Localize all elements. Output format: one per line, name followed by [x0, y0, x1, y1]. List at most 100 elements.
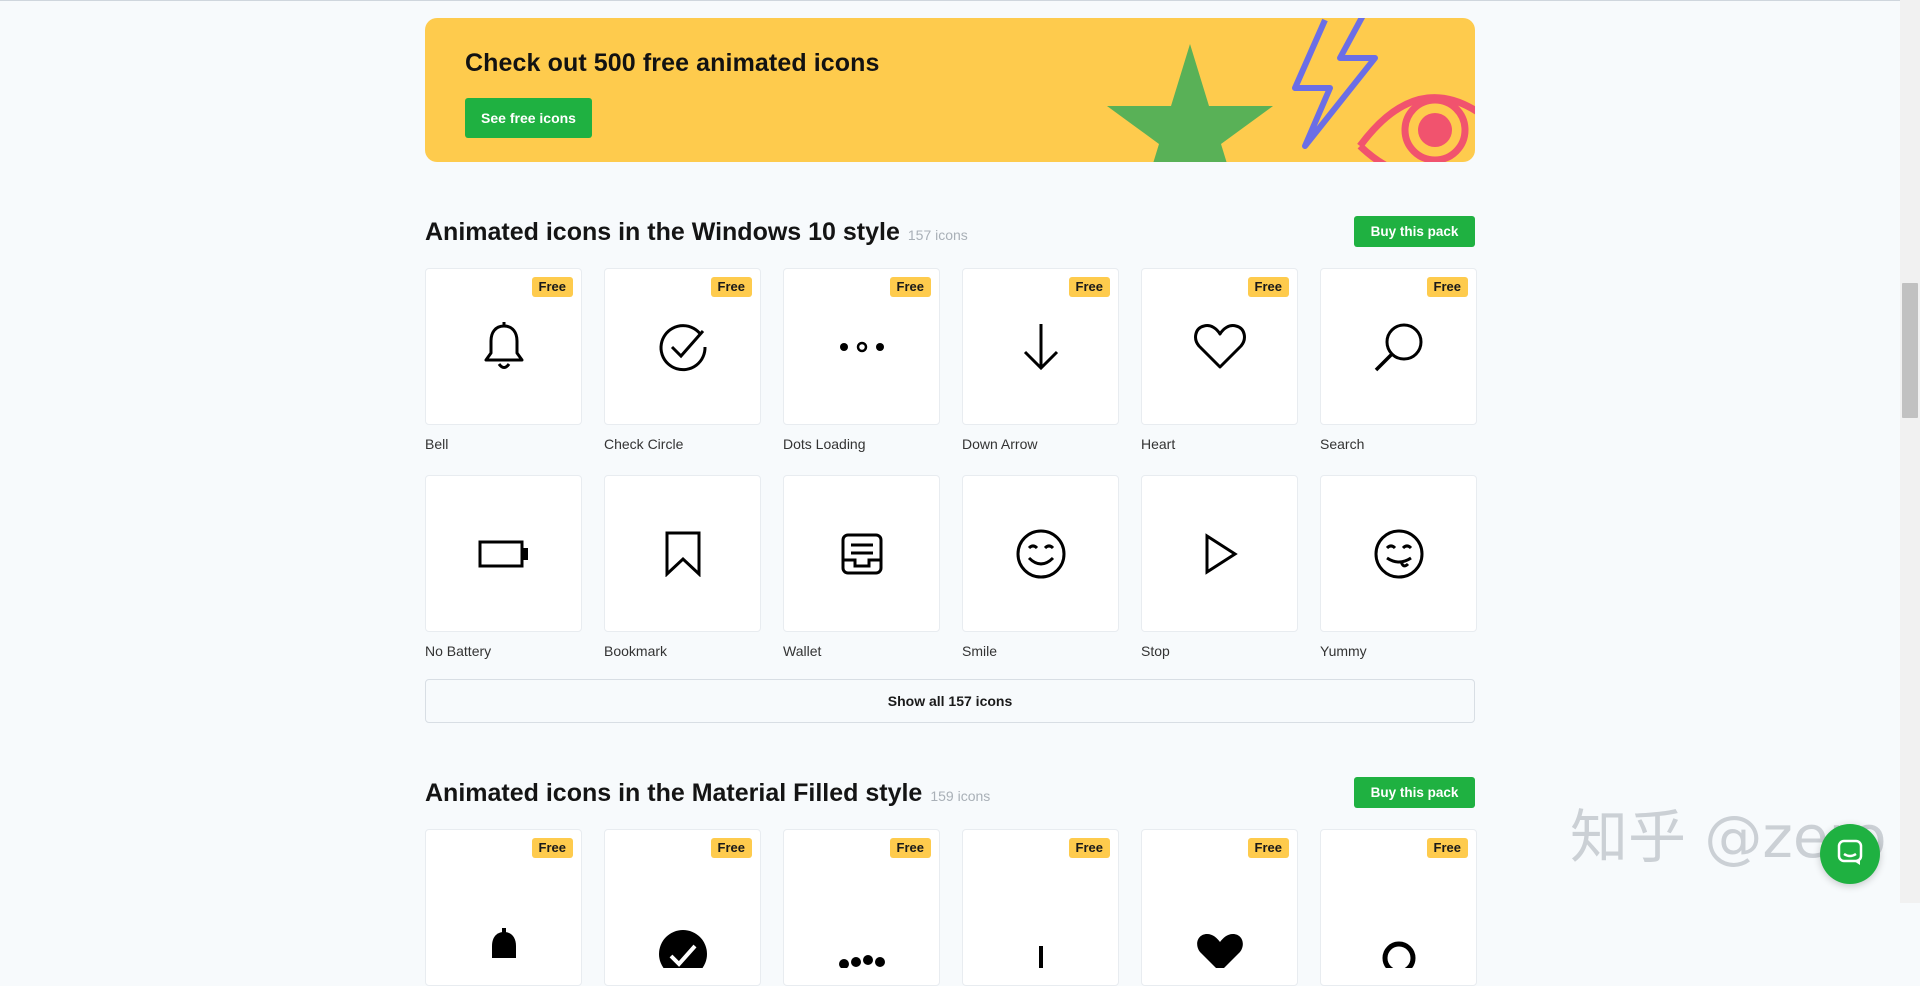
- icon-tile[interactable]: [783, 475, 940, 632]
- icon-tile[interactable]: Free: [1320, 829, 1477, 986]
- icon-card[interactable]: Free Dots Loading: [783, 268, 940, 453]
- icon-label[interactable]: Stop: [1141, 643, 1298, 660]
- section-header: Animated icons in the Windows 10 style 15…: [425, 216, 1475, 248]
- eye-icon: [1357, 94, 1475, 162]
- icon-tile[interactable]: [604, 475, 761, 632]
- icon-label[interactable]: Down Arrow: [962, 436, 1119, 453]
- yummy-icon: [1373, 528, 1425, 580]
- icon-tile[interactable]: Free: [1141, 268, 1298, 425]
- icon-card[interactable]: Free: [604, 829, 761, 986]
- icon-label[interactable]: No Battery: [425, 643, 582, 660]
- section-title-text: Animated icons in the Windows 10 style: [425, 218, 900, 246]
- section-title: Animated icons in the Material Filled st…: [425, 779, 990, 808]
- icon-card[interactable]: Free: [783, 829, 940, 986]
- icon-card[interactable]: Free Bell: [425, 268, 582, 453]
- dots-loading-icon: [838, 341, 886, 353]
- free-badge: Free: [889, 838, 931, 858]
- icon-label[interactable]: Check Circle: [604, 436, 761, 453]
- bell-icon: [486, 927, 522, 968]
- free-badge: Free: [889, 277, 931, 297]
- icon-tile[interactable]: [425, 475, 582, 632]
- icon-label[interactable]: Smile: [962, 643, 1119, 660]
- free-badge: Free: [1068, 277, 1110, 297]
- banner-illustration: [1107, 18, 1475, 162]
- icon-tile[interactable]: Free: [604, 268, 761, 425]
- icon-label[interactable]: Dots Loading: [783, 436, 940, 453]
- icon-tile[interactable]: [1141, 475, 1298, 632]
- search-icon: [1373, 321, 1425, 373]
- free-badge: Free: [1426, 838, 1468, 858]
- icon-grid-row-2: No Battery Bookmark Wallet Smile Stop Yu…: [425, 475, 1477, 660]
- icon-label[interactable]: Bell: [425, 436, 582, 453]
- main-content: Check out 500 free animated icons See fr…: [425, 18, 1477, 986]
- heart-icon: [1194, 928, 1246, 968]
- free-badge: Free: [1068, 838, 1110, 858]
- icon-card[interactable]: Free: [425, 829, 582, 986]
- bookmark-icon: [664, 531, 702, 577]
- down-arrow-icon: [1021, 322, 1061, 372]
- banner-title: Check out 500 free animated icons: [465, 49, 880, 77]
- search-icon: [1377, 928, 1421, 968]
- free-badge: Free: [531, 277, 573, 297]
- icon-tile[interactable]: Free: [425, 829, 582, 986]
- free-badge: Free: [531, 838, 573, 858]
- icon-label[interactable]: Search: [1320, 436, 1477, 453]
- show-all-icons-button[interactable]: Show all 157 icons: [425, 679, 1475, 723]
- see-free-icons-button[interactable]: See free icons: [465, 98, 592, 138]
- icon-tile[interactable]: Free: [1320, 268, 1477, 425]
- icon-label[interactable]: Heart: [1141, 436, 1298, 453]
- icon-tile[interactable]: [962, 475, 1119, 632]
- icon-card[interactable]: Free Search: [1320, 268, 1477, 453]
- no-battery-icon: [478, 539, 530, 569]
- free-badge: Free: [1247, 838, 1289, 858]
- free-badge: Free: [710, 838, 752, 858]
- icon-tile[interactable]: Free: [1141, 829, 1298, 986]
- icon-card[interactable]: Bookmark: [604, 475, 761, 660]
- chat-icon: [1836, 838, 1864, 871]
- icon-label[interactable]: Wallet: [783, 643, 940, 660]
- section-icon-count: 157 icons: [907, 227, 968, 243]
- dots-loading-icon: [836, 928, 888, 968]
- icon-tile[interactable]: Free: [783, 829, 940, 986]
- top-divider: [0, 0, 1920, 1]
- section-title: Animated icons in the Windows 10 style 15…: [425, 218, 968, 247]
- wallet-icon: [840, 532, 884, 576]
- scrollbar-thumb[interactable]: [1902, 283, 1918, 418]
- icon-tile[interactable]: Free: [783, 268, 940, 425]
- free-badge: Free: [1247, 277, 1289, 297]
- icon-card[interactable]: Free Check Circle: [604, 268, 761, 453]
- buy-pack-button[interactable]: Buy this pack: [1354, 777, 1475, 808]
- icon-card[interactable]: No Battery: [425, 475, 582, 660]
- icon-card[interactable]: Free: [1320, 829, 1477, 986]
- smile-icon: [1015, 528, 1067, 580]
- icon-card[interactable]: Yummy: [1320, 475, 1477, 660]
- free-badge: Free: [710, 277, 752, 297]
- icon-card[interactable]: Smile: [962, 475, 1119, 660]
- icon-tile[interactable]: Free: [962, 829, 1119, 986]
- stop-icon: [1202, 532, 1238, 575]
- windows10-section: Animated icons in the Windows 10 style 15…: [425, 216, 1477, 723]
- icon-card[interactable]: Free: [1141, 829, 1298, 986]
- icon-grid-row-1: Free Free Free Free Free Free: [425, 829, 1477, 986]
- icon-label[interactable]: Yummy: [1320, 643, 1477, 660]
- icon-card[interactable]: Free: [962, 829, 1119, 986]
- lightning-bolt-icon: [1292, 18, 1378, 149]
- icon-card[interactable]: Stop: [1141, 475, 1298, 660]
- icon-card[interactable]: Wallet: [783, 475, 940, 660]
- chat-launcher-button[interactable]: [1820, 824, 1880, 884]
- icon-card[interactable]: Free Down Arrow: [962, 268, 1119, 453]
- icon-tile[interactable]: Free: [604, 829, 761, 986]
- icon-tile[interactable]: [1320, 475, 1477, 632]
- buy-pack-button[interactable]: Buy this pack: [1354, 216, 1475, 247]
- check-circle-icon: [657, 321, 709, 373]
- page-scrollbar[interactable]: [1900, 0, 1920, 903]
- icon-card[interactable]: Free Heart: [1141, 268, 1298, 453]
- icon-tile[interactable]: Free: [425, 268, 582, 425]
- section-icon-count: 159 icons: [930, 788, 991, 804]
- bell-icon: [482, 321, 526, 373]
- icon-tile[interactable]: Free: [962, 268, 1119, 425]
- down-arrow-icon: [1031, 928, 1051, 968]
- icon-label[interactable]: Bookmark: [604, 643, 761, 660]
- material-filled-section: Animated icons in the Material Filled st…: [425, 777, 1477, 986]
- promo-banner[interactable]: Check out 500 free animated icons See fr…: [425, 18, 1475, 162]
